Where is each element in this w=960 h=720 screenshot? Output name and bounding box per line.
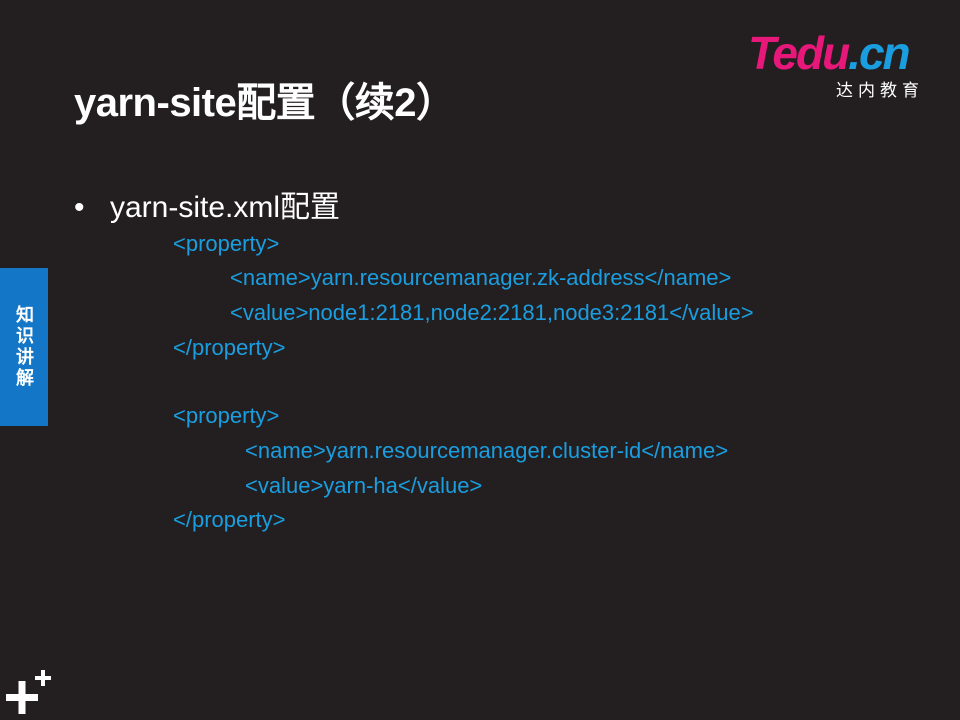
logo-wordmark: Tedu.cn (748, 27, 911, 79)
logo-cn-text: .cn (848, 27, 910, 79)
plus-plus-icon (6, 670, 51, 714)
code-line: </property> (173, 335, 286, 360)
bullet-text: yarn-site.xml配置 (110, 191, 341, 224)
code-line: <value>yarn-ha</value> (245, 473, 483, 498)
logo-main-text: Tedu (748, 27, 850, 79)
tedu-logo: Tedu.cn 达内教育 (748, 30, 928, 100)
logo-subtitle: 达内教育 (836, 81, 924, 100)
code-line: <name>yarn.resourcemanager.zk-address</n… (230, 265, 732, 290)
code-line: <value>node1:2181,node2:2181,node3:2181<… (230, 300, 754, 325)
code-line: </property> (173, 507, 286, 532)
section-tab: 知识讲解 (0, 268, 48, 426)
bullet-item: • yarn-site.xml配置 (74, 182, 340, 226)
section-tab-label: 知识讲解 (14, 305, 34, 389)
slide-title: yarn-site配置（续2） (74, 81, 456, 125)
code-line: <property> (173, 403, 280, 428)
code-line: <property> (173, 231, 280, 256)
code-line: <name>yarn.resourcemanager.cluster-id</n… (245, 438, 729, 463)
bullet-dot-icon: • (74, 191, 85, 224)
